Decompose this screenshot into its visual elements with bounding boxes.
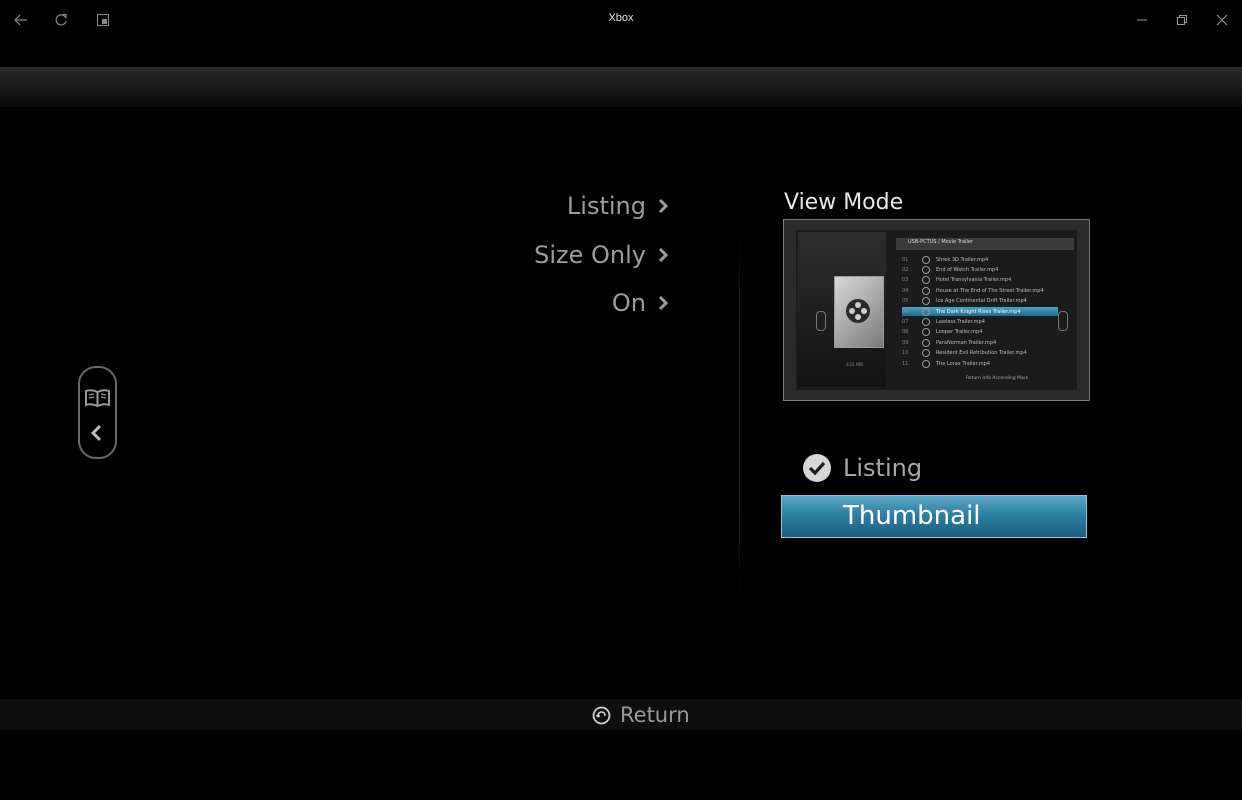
side-nav[interactable] [78, 366, 117, 459]
search-icon [922, 297, 930, 306]
preview-screen: 435 MB USB-PCTUS / Movie Trailer 01 Shrek… [796, 230, 1077, 390]
restore-icon [1177, 15, 1187, 25]
preview-list-row: 07 Lawless Trailer.mp4 [902, 317, 985, 326]
chevron-right-icon [658, 295, 668, 311]
search-icon [922, 359, 930, 368]
preview-list-row: 06 The Dark Knight Rises Trailer.mp4 [902, 307, 1058, 316]
window-title: Xbox [608, 12, 634, 24]
return-button-icon [592, 706, 611, 724]
preview-list-row: 03 Hotel Transylvania Trailer.mp4 [902, 276, 1012, 285]
search-icon [922, 328, 930, 337]
preview-header: USB-PCTUS / Movie Trailer [896, 238, 1074, 250]
search-icon [922, 286, 930, 295]
view-mode-preview: 435 MB USB-PCTUS / Movie Trailer 01 Shrek… [783, 219, 1090, 401]
search-icon [922, 255, 930, 264]
restore-button[interactable] [1169, 8, 1195, 32]
option-label: Listing [843, 454, 923, 482]
option-thumbnail[interactable]: Thumbnail [781, 495, 1087, 538]
preview-list-row: 10 Resident Evil Retribution Trailer.mp4 [902, 349, 1027, 358]
close-icon [1216, 14, 1228, 26]
preview-list-row: 02 End of Watch Trailer.mp4 [902, 265, 999, 274]
preview-left-arrow [816, 311, 826, 331]
menu-item-label: Size Only [534, 241, 646, 269]
menu-item-view-mode[interactable]: Listing [567, 186, 668, 226]
search-icon [922, 276, 930, 285]
book-icon [85, 389, 110, 408]
view-mode-title: View Mode [784, 190, 904, 215]
close-button[interactable] [1209, 8, 1235, 32]
chevron-right-icon [658, 198, 668, 214]
preview-list-row: 09 ParaNorman Trailer.mp4 [902, 338, 997, 347]
search-icon [922, 349, 930, 358]
checkmark-icon [803, 454, 831, 482]
menu-item-label: Listing [566, 192, 646, 220]
preview-movie-thumbnail [834, 276, 884, 348]
title-bar: Xbox [0, 0, 1242, 40]
option-listing[interactable]: Listing [803, 451, 922, 485]
search-icon [922, 307, 930, 316]
preview-list-row: 11 The Lorax Trailer.mp4 [902, 359, 991, 368]
film-reel-icon [846, 299, 870, 323]
return-button[interactable]: Return [592, 701, 690, 729]
minimize-button[interactable] [1129, 8, 1155, 32]
search-icon [922, 317, 930, 326]
preview-list-row: 05 Ice Age Continental Drift Trailer.mp4 [902, 297, 1027, 306]
search-icon [922, 265, 930, 274]
menu-item-label: On [611, 289, 646, 317]
option-label: Thumbnail [843, 501, 981, 531]
preview-list-row: 01 Shrek 3D Trailer.mp4 [902, 255, 989, 264]
return-label: Return [620, 703, 690, 727]
preview-size: 435 MB [846, 363, 863, 368]
menu-item-toggle[interactable]: On [612, 283, 668, 323]
chevron-left-icon[interactable] [89, 424, 105, 442]
preview-right-arrow [1058, 311, 1068, 331]
search-icon [922, 338, 930, 347]
header-band [0, 67, 1242, 107]
preview-list-row: 04 House at The End of The Street Trailer… [902, 286, 1044, 295]
column-divider [739, 230, 740, 600]
preview-footer: Return Info Ascending Mark [966, 376, 1029, 381]
menu-item-size[interactable]: Size Only [534, 235, 668, 275]
minimize-icon [1137, 19, 1147, 21]
chevron-right-icon [658, 247, 668, 263]
preview-list-row: 08 Looper Trailer.mp4 [902, 328, 983, 337]
